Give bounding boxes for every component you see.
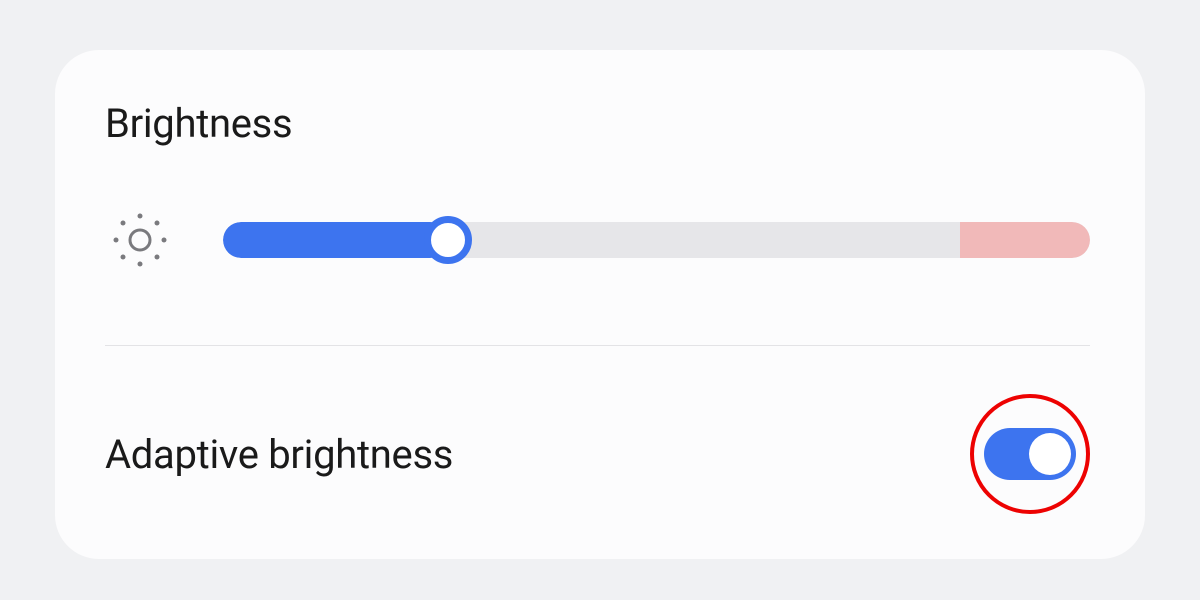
slider-track: [223, 222, 1090, 258]
brightness-slider[interactable]: [223, 222, 1090, 258]
adaptive-brightness-label: Adaptive brightness: [105, 431, 453, 478]
brightness-slider-row: [105, 205, 1090, 275]
adaptive-brightness-toggle[interactable]: [984, 428, 1076, 480]
brightness-settings-card: Brightness Adaptive brightn: [55, 50, 1145, 559]
brightness-title: Brightness: [105, 100, 1090, 147]
toggle-knob: [1029, 433, 1071, 475]
slider-thumb[interactable]: [424, 216, 472, 264]
divider: [105, 345, 1090, 346]
slider-overbright-zone: [960, 222, 1090, 258]
adaptive-toggle-wrap: [970, 394, 1090, 514]
adaptive-brightness-row: Adaptive brightness: [105, 394, 1090, 514]
brightness-icon: [105, 205, 175, 275]
slider-fill: [223, 222, 448, 258]
